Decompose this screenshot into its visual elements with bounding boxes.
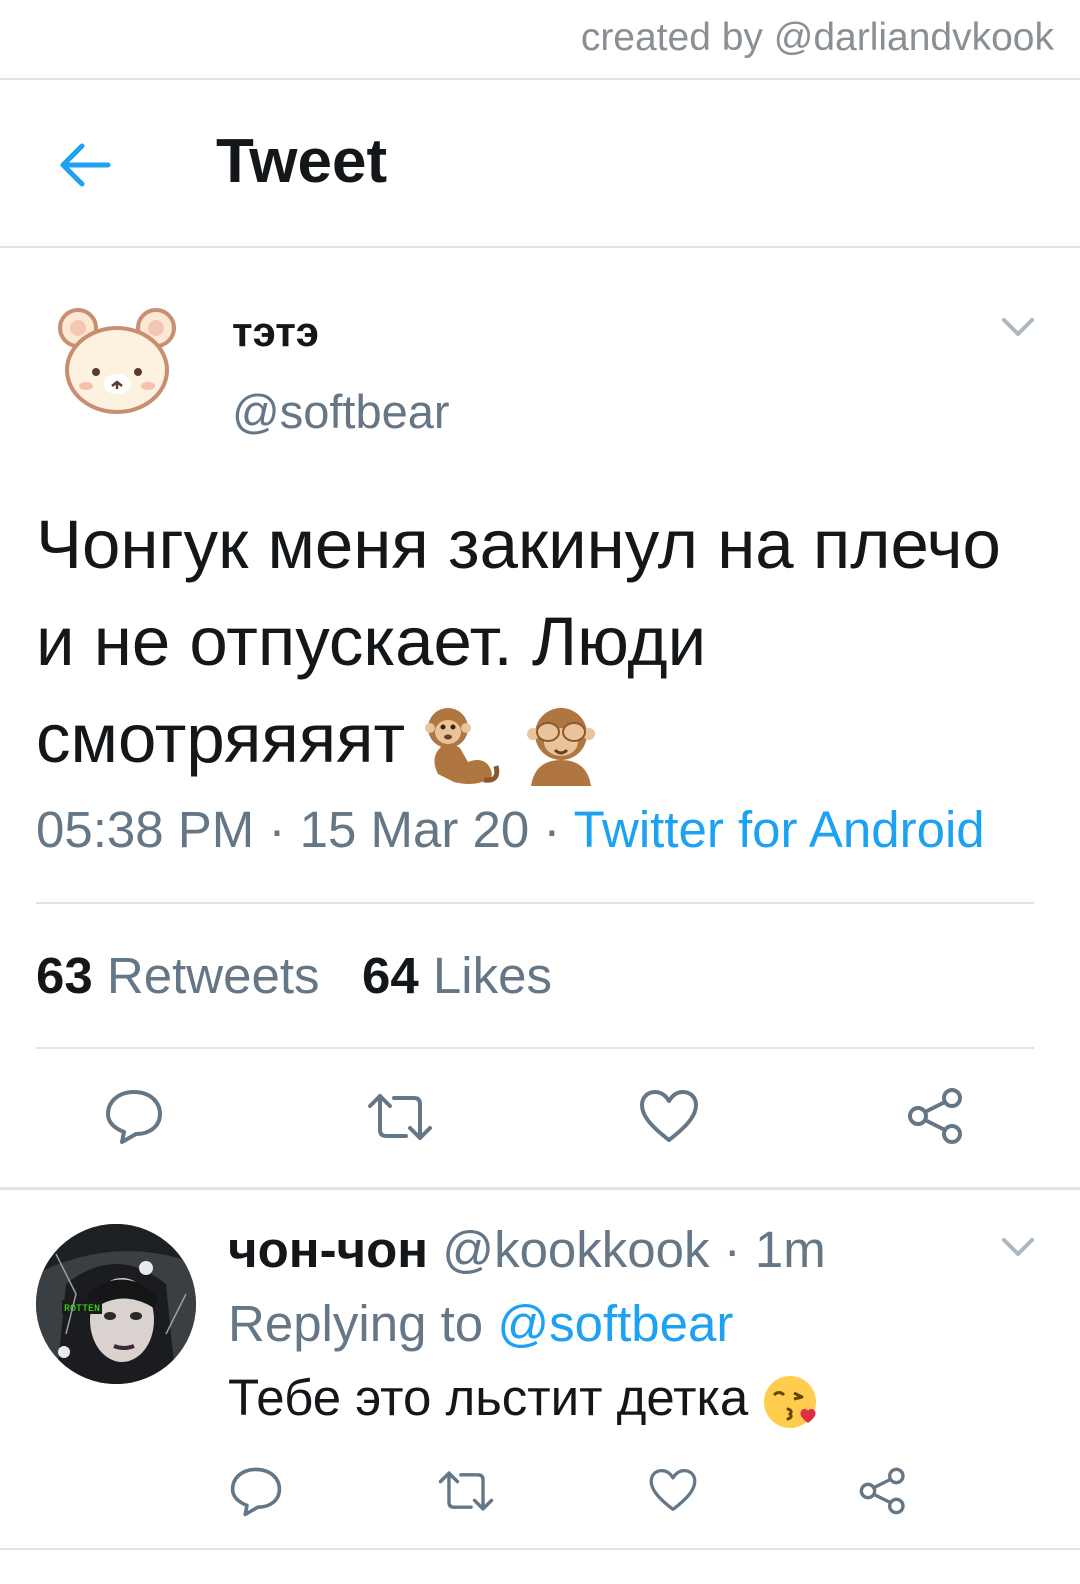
replying-to: Replying to @softbear [228, 1294, 733, 1353]
reply-avatar-image: ROTTEN [36, 1224, 196, 1384]
chevron-down-icon[interactable] [998, 312, 1038, 340]
tweet-meta: 05:38 PM · 15 Mar 20 · Twitter for Andro… [36, 800, 985, 859]
reply-author-handle[interactable]: @kookkook [442, 1221, 709, 1278]
reply-text-content: Тебе это льстит детка [228, 1369, 749, 1426]
author-name[interactable]: тэтэ [232, 308, 319, 356]
tweet-time: 05:38 PM [36, 801, 255, 858]
retweets-count: 63 [36, 947, 93, 1004]
divider [0, 1548, 1080, 1550]
replying-to-mention[interactable]: @softbear [497, 1295, 733, 1352]
avatar-sticker-text: ROTTEN [64, 1304, 100, 1315]
likes-stat[interactable]: 64 Likes [362, 947, 552, 1004]
retweet-icon[interactable] [436, 1468, 496, 1514]
replying-to-label: Replying to [228, 1295, 484, 1352]
page-title: Tweet [216, 127, 388, 196]
likes-count: 64 [362, 947, 419, 1004]
meta-separator: · [529, 801, 574, 858]
reply-icon[interactable] [104, 1086, 164, 1146]
chevron-down-icon[interactable] [998, 1232, 1038, 1260]
monkey-emoji [425, 707, 500, 784]
tweet-date: 15 Mar 20 [299, 801, 530, 858]
watermark-credit: created by @darliandvkook [580, 16, 1054, 59]
author-handle[interactable]: @softbear [232, 384, 450, 439]
tweet-text: Чонгук меня закинул на плечо и не отпуск… [36, 496, 1056, 787]
see-no-evil-monkey-emoji [527, 707, 596, 786]
share-icon[interactable] [906, 1086, 966, 1146]
reply-age: · 1m [723, 1221, 826, 1278]
divider [36, 902, 1034, 904]
tweet-stats: 63 Retweets 64 Likes [36, 946, 552, 1005]
arrow-left-icon[interactable] [56, 136, 114, 194]
divider [36, 1047, 1034, 1049]
reply-header: чон-чон @kookkook · 1m [228, 1220, 826, 1279]
reply-text: Тебе это льстит детка [228, 1368, 820, 1431]
reply-icon[interactable] [228, 1464, 284, 1518]
retweets-label: Retweets [106, 947, 320, 1004]
divider [0, 1187, 1080, 1190]
meta-separator: · [254, 801, 300, 858]
reply-avatar[interactable]: ROTTEN [36, 1224, 196, 1384]
tweet-source-link[interactable]: Twitter for Android [574, 801, 985, 858]
share-icon[interactable] [858, 1466, 908, 1516]
retweet-icon[interactable] [366, 1090, 434, 1144]
like-heart-icon[interactable] [648, 1466, 698, 1514]
divider [0, 246, 1080, 248]
bear-avatar[interactable] [48, 306, 188, 426]
tweet-text-content: Чонгук меня закинул на плечо и не отпуск… [36, 506, 1001, 777]
kissing-heart-emoji [764, 1375, 817, 1428]
retweets-stat[interactable]: 63 Retweets [36, 947, 320, 1004]
divider [0, 78, 1080, 80]
likes-label: Likes [432, 947, 552, 1004]
reply-author-name[interactable]: чон-чон [228, 1221, 428, 1278]
like-heart-icon[interactable] [638, 1088, 700, 1144]
